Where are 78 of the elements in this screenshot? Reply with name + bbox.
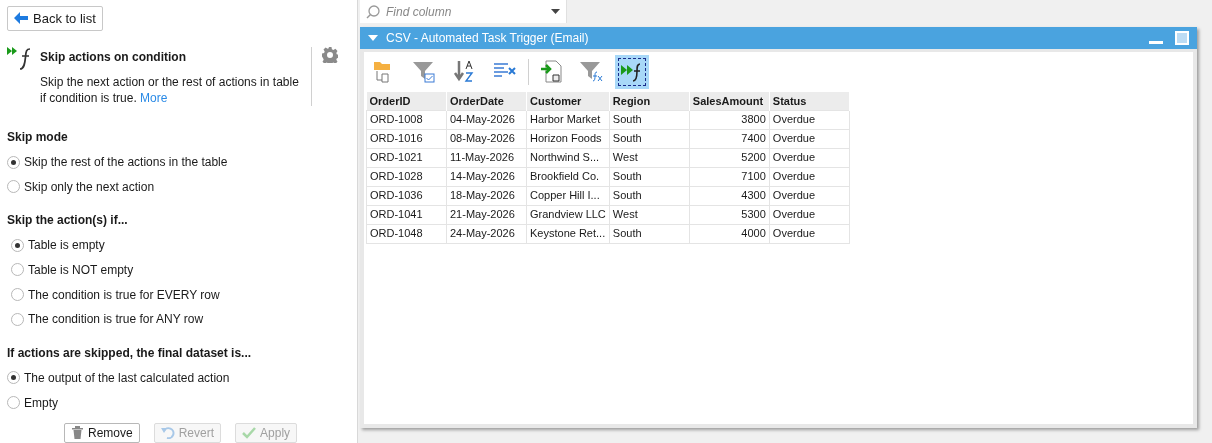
table-cell: Northwind S... [526,148,610,167]
table-cell: 7400 [689,129,770,148]
action-description: Skip the next action or the rest of actions in table if condition is true. More [40,73,300,106]
minimize-icon[interactable] [1149,40,1163,44]
dropdown-caret-icon[interactable] [551,9,560,14]
table-cell: 3800 [689,110,770,129]
table-cell: Overdue [769,148,850,167]
table-cell: ORD-1021 [366,148,447,167]
column-header[interactable]: OrderID [366,92,447,110]
table-cell: Brookfield Co. [526,167,610,186]
table-cell: 5200 [689,148,770,167]
checkmark-icon [242,426,257,439]
skip-function-icon[interactable] [615,55,649,89]
table-cell: South [609,167,690,186]
table-cell: ORD-1036 [366,186,447,205]
radio-option[interactable]: Empty [7,390,350,415]
table-cell: ORD-1048 [366,224,447,243]
table-cell: Overdue [769,110,850,129]
settings-icon[interactable] [322,46,338,63]
radio-option[interactable]: Table is NOT empty [7,257,350,283]
skip-function-icon [7,44,33,71]
section-heading: If actions are skipped, the final dataset is... [7,344,253,362]
table-cell: ORD-1041 [366,205,447,224]
radio-option[interactable]: The output of the last calculated action [7,365,350,391]
table-cell: 24-May-2026 [446,224,527,243]
radio-option[interactable]: The condition is true for EVERY row [7,282,350,307]
trash-icon [71,426,84,440]
table-cell: South [609,129,690,148]
table-cell: Overdue [769,186,850,205]
search-field[interactable]: Find column [360,0,567,23]
table-cell: ORD-1008 [366,110,447,129]
table-cell: 5300 [689,205,770,224]
undo-icon [160,426,175,440]
table-cell: West [609,205,690,224]
table-cell: 04-May-2026 [446,110,527,129]
search-icon [366,4,380,19]
column-header[interactable]: Region [609,92,690,110]
column-header[interactable]: Status [769,92,850,110]
table-cell: 14-May-2026 [446,167,527,186]
column-header[interactable]: Customer [526,92,610,110]
radio-option[interactable]: Skip the rest of the actions in the table [7,149,350,175]
table-cell: Keystone Ret... [526,224,610,243]
collapse-caret-icon[interactable] [368,35,378,41]
table-cell: 4000 [689,224,770,243]
radio-option[interactable]: The condition is true for ANY row [7,306,350,332]
back-button[interactable]: Back to list [7,6,103,31]
table-cell: Harbor Market [526,110,610,129]
column-header[interactable]: SalesAmount [689,92,770,110]
table-cell: Horizon Foods [526,129,610,148]
table-cell: 7100 [689,167,770,186]
section-heading: Skip mode [7,128,69,146]
back-arrow-icon [14,12,28,25]
more-link[interactable]: More [140,90,168,105]
panel-title: CSV - Automated Task Trigger (Email) [386,30,590,47]
table-cell: 18-May-2026 [446,186,527,205]
table-cell: 21-May-2026 [446,205,527,224]
table-cell: 08-May-2026 [446,129,527,148]
radio-option[interactable]: Table is empty [7,233,350,258]
table-cell: ORD-1028 [366,167,447,186]
action-title: Skip actions on condition [40,48,187,66]
table-cell: Copper Hill I... [526,186,610,205]
table-cell: South [609,110,690,129]
section-heading: Skip the action(s) if... [7,212,129,229]
table-cell: Grandview LLC [526,205,610,224]
remove-button[interactable]: Remove [64,422,140,443]
table-cell: West [609,148,690,167]
table-cell: 11-May-2026 [446,148,527,167]
radio-option[interactable]: Skip only the next action [7,174,350,199]
table-cell: Overdue [769,167,850,186]
table-cell: ORD-1016 [366,129,447,148]
column-header[interactable]: OrderDate [446,92,527,110]
search-input[interactable]: Find column [386,2,545,21]
table-cell: Overdue [769,205,850,224]
table-cell: Overdue [769,129,850,148]
table-cell: South [609,186,690,205]
table-cell: Overdue [769,224,850,243]
table-cell: South [609,224,690,243]
table-cell: 4300 [689,186,770,205]
